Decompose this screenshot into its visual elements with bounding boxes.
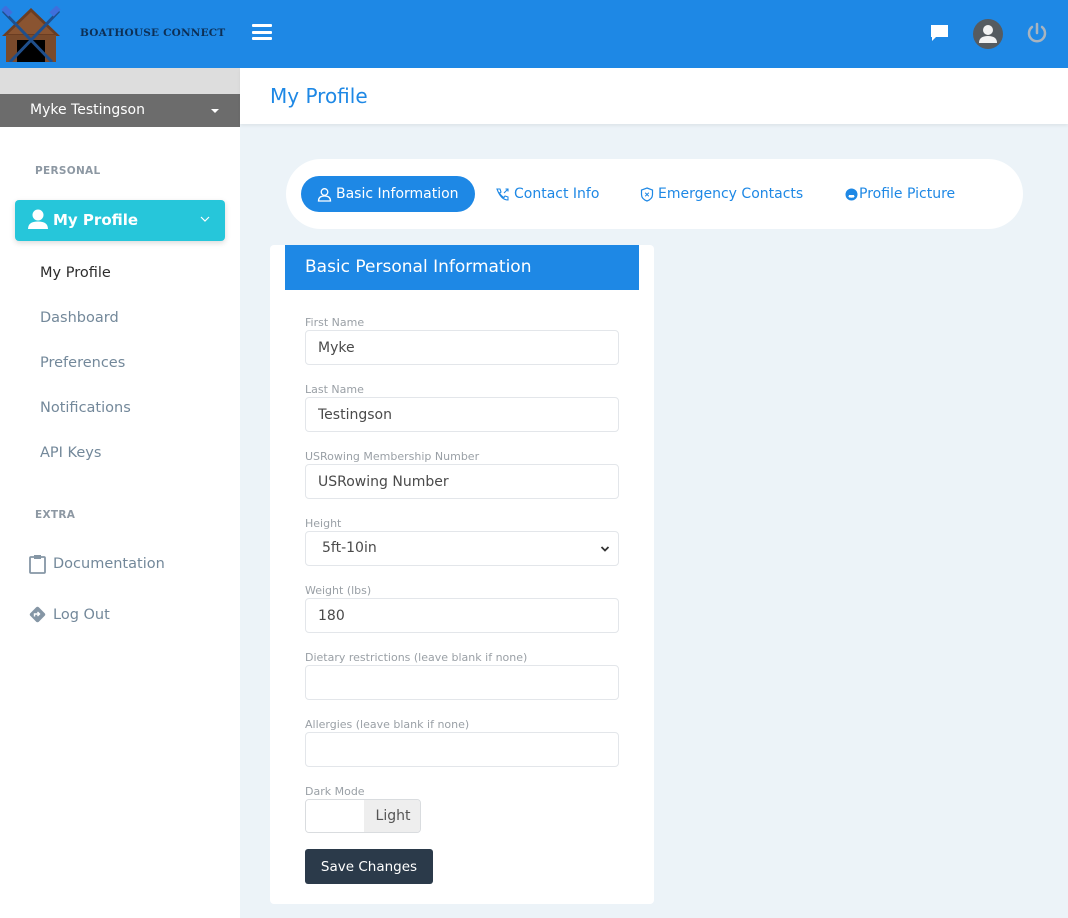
- weight-label: Weight (lbs): [305, 584, 372, 597]
- last-name-label: Last Name: [305, 383, 364, 396]
- toggle-state-label: Light: [364, 800, 420, 832]
- allergies-label: Allergies (leave blank if none): [305, 718, 470, 731]
- height-label: Height: [305, 517, 342, 530]
- caret-down-icon: [211, 109, 219, 113]
- tab-emergency-contacts[interactable]: Emergency Contacts: [640, 176, 803, 212]
- profile-tabs: Basic Information Contact Info Emergency…: [286, 159, 1023, 229]
- sidebar-item-my-profile[interactable]: My Profile: [15, 200, 225, 241]
- hamburger-menu-icon[interactable]: [252, 24, 272, 42]
- toggle-track: [306, 800, 364, 832]
- allergies-input[interactable]: [305, 732, 619, 767]
- sidebar-item-log-out[interactable]: Log Out: [28, 605, 110, 624]
- usrowing-number-input[interactable]: [305, 464, 619, 499]
- sidebar-item-label: My Profile: [53, 211, 139, 229]
- sidebar-item-label: Documentation: [53, 556, 165, 572]
- tab-profile-picture[interactable]: Profile Picture: [845, 176, 955, 212]
- sidebar: Myke Testingson PERSONAL My Profile My P…: [0, 68, 240, 918]
- top-navbar: BOATHOUSE CONNECT: [0, 0, 1068, 68]
- sidebar-subitem-api-keys[interactable]: API Keys: [40, 445, 101, 461]
- shield-icon: [640, 186, 654, 202]
- height-select[interactable]: 5ft-10in: [305, 531, 619, 566]
- user-avatar-icon[interactable]: [973, 19, 1003, 49]
- page-title: My Profile: [270, 84, 368, 108]
- phone-icon: [496, 187, 509, 201]
- last-name-input[interactable]: [305, 397, 619, 432]
- card-title: Basic Personal Information: [285, 245, 639, 290]
- first-name-label: First Name: [305, 316, 365, 329]
- user-name: Myke Testingson: [30, 102, 145, 118]
- sidebar-item-documentation[interactable]: Documentation: [28, 554, 165, 574]
- page-header: My Profile: [240, 68, 1068, 124]
- chevron-down-icon: [200, 216, 210, 222]
- save-changes-button[interactable]: Save Changes: [305, 849, 433, 884]
- boathouse-logo[interactable]: [0, 6, 62, 62]
- tab-basic-information[interactable]: Basic Information: [301, 176, 475, 212]
- sidebar-subitem-preferences[interactable]: Preferences: [40, 355, 125, 371]
- face-icon: [845, 188, 858, 200]
- dietary-label: Dietary restrictions (leave blank if non…: [305, 651, 528, 664]
- sidebar-subitem-dashboard[interactable]: Dashboard: [40, 310, 119, 326]
- chat-icon[interactable]: [930, 24, 949, 42]
- sidebar-top-strip: [0, 68, 240, 94]
- height-selected-value: 5ft-10in: [322, 540, 377, 556]
- weight-input[interactable]: [305, 598, 619, 633]
- section-label-personal: PERSONAL: [35, 165, 101, 177]
- directions-icon: [29, 606, 46, 623]
- usrowing-label: USRowing Membership Number: [305, 450, 480, 463]
- basic-info-card: Basic Personal Information First Name La…: [270, 245, 654, 904]
- power-icon[interactable]: [1026, 22, 1048, 44]
- dark-mode-label: Dark Mode: [305, 785, 365, 798]
- brand-name: BOATHOUSE CONNECT: [80, 27, 226, 39]
- sidebar-subitem-my-profile[interactable]: My Profile: [40, 265, 111, 281]
- user-icon: [317, 187, 332, 202]
- dietary-restrictions-input[interactable]: [305, 665, 619, 700]
- chevron-down-icon: [600, 546, 610, 552]
- user-icon: [28, 209, 48, 229]
- clipboard-icon: [29, 555, 46, 574]
- tab-contact-info[interactable]: Contact Info: [495, 176, 599, 212]
- dark-mode-toggle[interactable]: Light: [305, 799, 421, 833]
- sidebar-subitem-notifications[interactable]: Notifications: [40, 400, 131, 416]
- sidebar-item-label: Log Out: [53, 606, 110, 623]
- user-menu-dropdown[interactable]: Myke Testingson: [0, 94, 240, 127]
- section-label-extra: EXTRA: [35, 509, 76, 521]
- first-name-input[interactable]: [305, 330, 619, 365]
